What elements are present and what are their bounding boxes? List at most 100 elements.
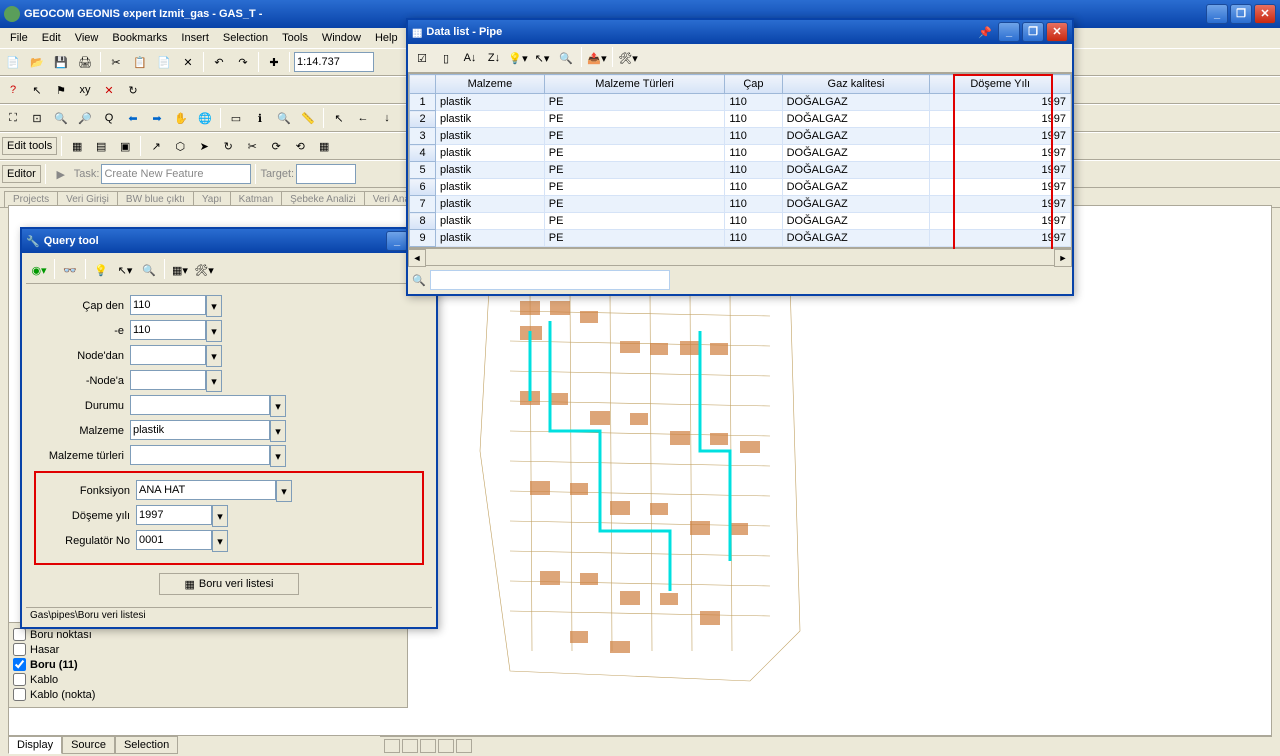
arrow-left-icon[interactable]: ← xyxy=(352,107,374,129)
zoom-in-icon[interactable]: 🔍 xyxy=(50,107,72,129)
cap-den-input[interactable] xyxy=(130,295,206,315)
malzeme-input[interactable] xyxy=(130,420,270,440)
query-minimize-button[interactable]: _ xyxy=(386,231,408,251)
select-icon[interactable]: ↖▾ xyxy=(531,47,553,69)
grid-hscroll[interactable] xyxy=(408,249,1072,265)
zoom-sel-icon[interactable]: 🔍 xyxy=(555,47,577,69)
column-header[interactable]: Gaz kalitesi xyxy=(782,75,930,94)
table-row[interactable]: 4plastikPE110DOĞALGAZ1997 xyxy=(410,145,1071,162)
tools2-icon[interactable]: 🛠▾ xyxy=(617,47,639,69)
find-icon[interactable]: 🔍 xyxy=(273,107,295,129)
nodedan-input[interactable] xyxy=(130,345,206,365)
dl-close-button[interactable]: ✕ xyxy=(1046,22,1068,42)
editor-label[interactable]: Editor xyxy=(2,165,41,183)
binoculars-icon[interactable]: 👓 xyxy=(59,259,81,281)
column-header[interactable]: Malzeme xyxy=(436,75,545,94)
table-row[interactable]: 2plastikPE110DOĞALGAZ1997 xyxy=(410,111,1071,128)
boru-veri-button[interactable]: ▦Boru veri listesi xyxy=(159,573,299,595)
chevron-down-icon[interactable]: ▾ xyxy=(206,345,222,367)
task-input[interactable] xyxy=(101,164,251,184)
xy-icon[interactable]: xy xyxy=(74,79,96,101)
menu-edit[interactable]: Edit xyxy=(36,30,67,46)
pan-icon[interactable]: ✋ xyxy=(170,107,192,129)
table-row[interactable]: 6plastikPE110DOĞALGAZ1997 xyxy=(410,179,1071,196)
doseme-input[interactable] xyxy=(136,505,212,525)
menu-file[interactable]: File xyxy=(4,30,34,46)
chevron-down-icon[interactable]: ▾ xyxy=(212,530,228,552)
attr-table-icon[interactable]: ▤ xyxy=(90,135,112,157)
sb-icon[interactable] xyxy=(384,739,400,753)
pin-icon[interactable]: 📌 xyxy=(978,26,992,39)
tab-source[interactable]: Source xyxy=(62,736,115,754)
globe-icon[interactable]: 🌐 xyxy=(194,107,216,129)
sb-icon[interactable] xyxy=(456,739,472,753)
checkbox[interactable] xyxy=(13,688,26,701)
scale-input[interactable] xyxy=(294,52,374,72)
undo-icon[interactable]: ↶ xyxy=(208,51,230,73)
menu-tools[interactable]: Tools xyxy=(276,30,314,46)
table-row[interactable]: 7plastikPE110DOĞALGAZ1997 xyxy=(410,196,1071,213)
chevron-down-icon[interactable]: ▾ xyxy=(270,420,286,442)
edit-tools-label[interactable]: Edit tools xyxy=(2,137,57,155)
chevron-down-icon[interactable]: ▾ xyxy=(206,295,222,317)
chevron-down-icon[interactable]: ▾ xyxy=(212,505,228,527)
fonksiyon-input[interactable] xyxy=(136,480,276,500)
column-header[interactable]: Döşeme Yılı xyxy=(930,75,1071,94)
chevron-down-icon[interactable]: ▾ xyxy=(206,320,222,342)
sort-asc-icon[interactable]: A↓ xyxy=(459,47,481,69)
rotate-icon[interactable]: ⟳ xyxy=(265,135,287,157)
table-row[interactable]: 9plastikPE110DOĞALGAZ1997 xyxy=(410,230,1071,247)
checkbox[interactable] xyxy=(13,658,26,671)
checkbox[interactable] xyxy=(13,673,26,686)
menu-selection[interactable]: Selection xyxy=(217,30,274,46)
redo-icon[interactable]: ↷ xyxy=(232,51,254,73)
copy-icon[interactable]: 📋 xyxy=(129,51,151,73)
next-extent-icon[interactable]: ➡ xyxy=(146,107,168,129)
malzeme-tur-input[interactable] xyxy=(130,445,270,465)
nodea-input[interactable] xyxy=(130,370,206,390)
tab-display[interactable]: Display xyxy=(8,736,62,754)
fixed-zoom-icon[interactable]: Q xyxy=(98,107,120,129)
flag-icon[interactable]: ⚑ xyxy=(50,79,72,101)
regulator-input[interactable] xyxy=(136,530,212,550)
chevron-down-icon[interactable]: ▾ xyxy=(270,445,286,467)
trace-icon[interactable]: ➤ xyxy=(193,135,215,157)
menu-insert[interactable]: Insert xyxy=(175,30,215,46)
save-icon[interactable]: 💾 xyxy=(50,51,72,73)
dl-maximize-button[interactable]: ❐ xyxy=(1022,22,1044,42)
durumu-input[interactable] xyxy=(130,395,270,415)
select-arrow-icon[interactable]: ↖ xyxy=(26,79,48,101)
info-icon[interactable]: ? xyxy=(2,79,24,101)
tools-icon[interactable]: 🛠▾ xyxy=(193,259,215,281)
dl-minimize-button[interactable]: _ xyxy=(998,22,1020,42)
sort-desc-icon[interactable]: Z↓ xyxy=(483,47,505,69)
tab-selection[interactable]: Selection xyxy=(115,736,178,754)
highlight-icon[interactable]: 💡▾ xyxy=(507,47,529,69)
sb-icon[interactable] xyxy=(420,739,436,753)
chevron-down-icon[interactable]: ▾ xyxy=(206,370,222,392)
pointer-icon[interactable]: ↖ xyxy=(328,107,350,129)
refresh-icon[interactable]: ↻ xyxy=(122,79,144,101)
chevron-down-icon[interactable]: ▾ xyxy=(276,480,292,502)
measure-icon[interactable]: 📏 xyxy=(297,107,319,129)
cut-icon[interactable]: ✂ xyxy=(105,51,127,73)
delete-icon[interactable]: ✕ xyxy=(177,51,199,73)
table-row[interactable]: 1plastikPE110DOĞALGAZ1997 xyxy=(410,94,1071,111)
refresh-sel-icon[interactable]: ⟲ xyxy=(289,135,311,157)
checkbox[interactable] xyxy=(13,643,26,656)
zoom-icon[interactable]: 🔍 xyxy=(138,259,160,281)
attr-icon[interactable]: ▦ xyxy=(313,135,335,157)
list-icon[interactable]: ▦▾ xyxy=(169,259,191,281)
export-icon[interactable]: 📤▾ xyxy=(586,47,608,69)
menu-window[interactable]: Window xyxy=(316,30,367,46)
data-grid[interactable]: MalzemeMalzeme TürleriÇapGaz kalitesiDöş… xyxy=(408,73,1072,248)
light-icon[interactable]: 💡 xyxy=(90,259,112,281)
table-row[interactable]: 8plastikPE110DOĞALGAZ1997 xyxy=(410,213,1071,230)
row-icon[interactable]: ▯ xyxy=(435,47,457,69)
layer-props-icon[interactable]: ▦ xyxy=(66,135,88,157)
menu-bookmarks[interactable]: Bookmarks xyxy=(106,30,173,46)
cube-icon[interactable]: ◉▾ xyxy=(28,259,50,281)
arrow-down-icon[interactable]: ↓ xyxy=(376,107,398,129)
add-layer-icon[interactable]: ✚ xyxy=(263,51,285,73)
clear-icon[interactable]: ✕ xyxy=(98,79,120,101)
